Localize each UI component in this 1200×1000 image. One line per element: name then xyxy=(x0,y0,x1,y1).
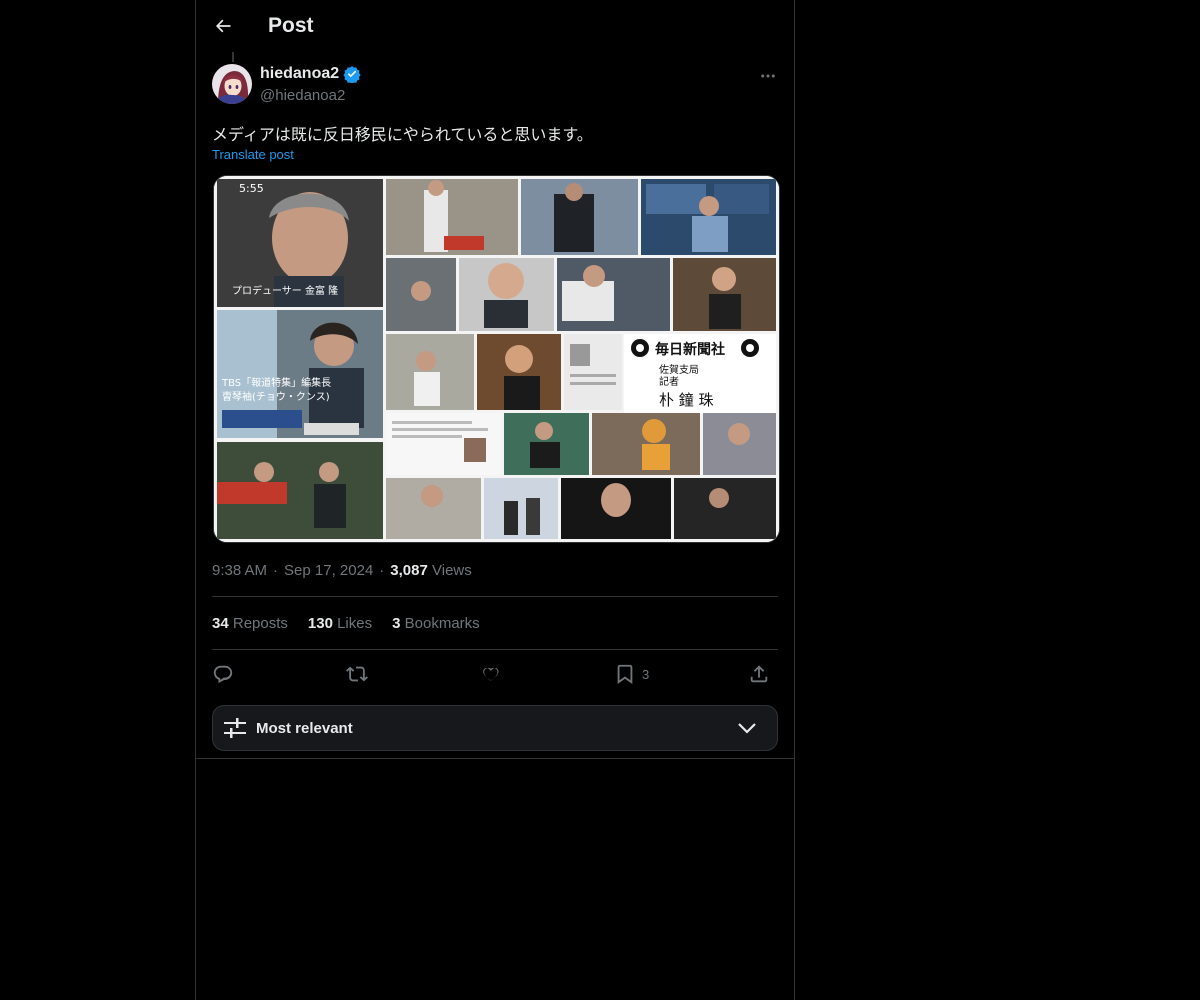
post-time[interactable]: 9:38 AM xyxy=(212,562,267,579)
thread-line xyxy=(232,52,234,62)
divider xyxy=(212,649,778,650)
sort-label: Most relevant xyxy=(256,720,353,737)
reply-button[interactable] xyxy=(212,660,234,688)
reply-icon xyxy=(213,665,233,684)
reposts-label: Reposts xyxy=(232,615,288,632)
likes-count: 130 xyxy=(307,615,333,632)
media-caption-reporter: 記者 xyxy=(659,375,679,388)
views-label: Views xyxy=(432,562,472,579)
reposts-stat[interactable]: 34 Reposts xyxy=(212,615,288,632)
display-name[interactable]: hiedanoa2 xyxy=(260,65,339,83)
likes-label: Likes xyxy=(337,615,373,632)
bookmarks-label: Bookmarks xyxy=(404,615,480,632)
likes-stat[interactable]: 130 Likes xyxy=(308,615,372,632)
meta-separator: · xyxy=(273,562,279,579)
divider xyxy=(196,758,794,759)
chevron-down-icon xyxy=(738,723,756,734)
media-caption-time: 5:55 xyxy=(239,182,264,195)
reply-sort-dropdown[interactable]: Most relevant xyxy=(212,705,778,751)
handle[interactable]: @hiedanoa2 xyxy=(260,87,345,104)
meta-separator: · xyxy=(379,562,385,579)
post-date[interactable]: Sep 17, 2024 xyxy=(284,562,373,579)
like-icon xyxy=(483,667,499,681)
media-caption-bureau: 佐賀支局 xyxy=(659,364,699,376)
more-icon xyxy=(761,74,775,78)
views-count: 3,087 xyxy=(390,562,428,579)
reposts-count: 34 xyxy=(212,615,229,632)
like-button[interactable] xyxy=(480,660,502,688)
header: Post xyxy=(196,0,794,54)
share-icon xyxy=(750,665,768,683)
action-bar: 3 xyxy=(212,660,778,688)
repost-button[interactable] xyxy=(346,660,368,688)
sliders-icon xyxy=(224,718,246,738)
bookmarks-count: 3 xyxy=(392,615,401,632)
repost-icon xyxy=(346,666,368,682)
divider xyxy=(212,596,778,597)
translate-post-link[interactable]: Translate post xyxy=(212,147,294,162)
bookmark-count: 3 xyxy=(642,666,650,682)
media-caption-mainichi: 毎日新聞社 xyxy=(655,341,725,358)
more-button[interactable] xyxy=(753,64,783,88)
page-title: Post xyxy=(268,14,314,37)
share-button[interactable] xyxy=(748,660,770,688)
media-caption-reporter-name: 朴 鐘 珠 xyxy=(659,391,714,409)
bookmark-button[interactable]: 3 xyxy=(614,660,649,688)
back-arrow-icon xyxy=(216,19,231,33)
verified-badge-icon xyxy=(343,66,361,83)
bookmark-icon xyxy=(617,664,633,684)
avatar[interactable] xyxy=(212,64,252,104)
post-text: メディアは既に反日移民にやられていると思います。 xyxy=(212,127,593,144)
media-caption-name: 曺琴袖(チョウ・クンス) xyxy=(222,390,330,403)
back-button[interactable] xyxy=(206,9,240,43)
engagement-stats: 34 Reposts 130 Likes 3 Bookmarks xyxy=(212,615,480,632)
post-image[interactable]: 5:55 プロデューサー 金富 隆 TBS「報道特集」編集長 曺琴袖(チョウ・ク… xyxy=(213,175,780,543)
post-meta: 9:38 AM · Sep 17, 2024 · 3,087 Views xyxy=(212,562,472,579)
bookmarks-stat[interactable]: 3 Bookmarks xyxy=(392,615,480,632)
media-caption-producer: プロデューサー 金富 隆 xyxy=(232,284,338,297)
media-caption-tbs: TBS「報道特集」編集長 xyxy=(221,376,331,389)
author-row: hiedanoa2 xyxy=(260,65,361,83)
post-column: Post hiedanoa2 @hiedanoa2 メディアは既に反日移民にやら… xyxy=(195,0,795,1000)
